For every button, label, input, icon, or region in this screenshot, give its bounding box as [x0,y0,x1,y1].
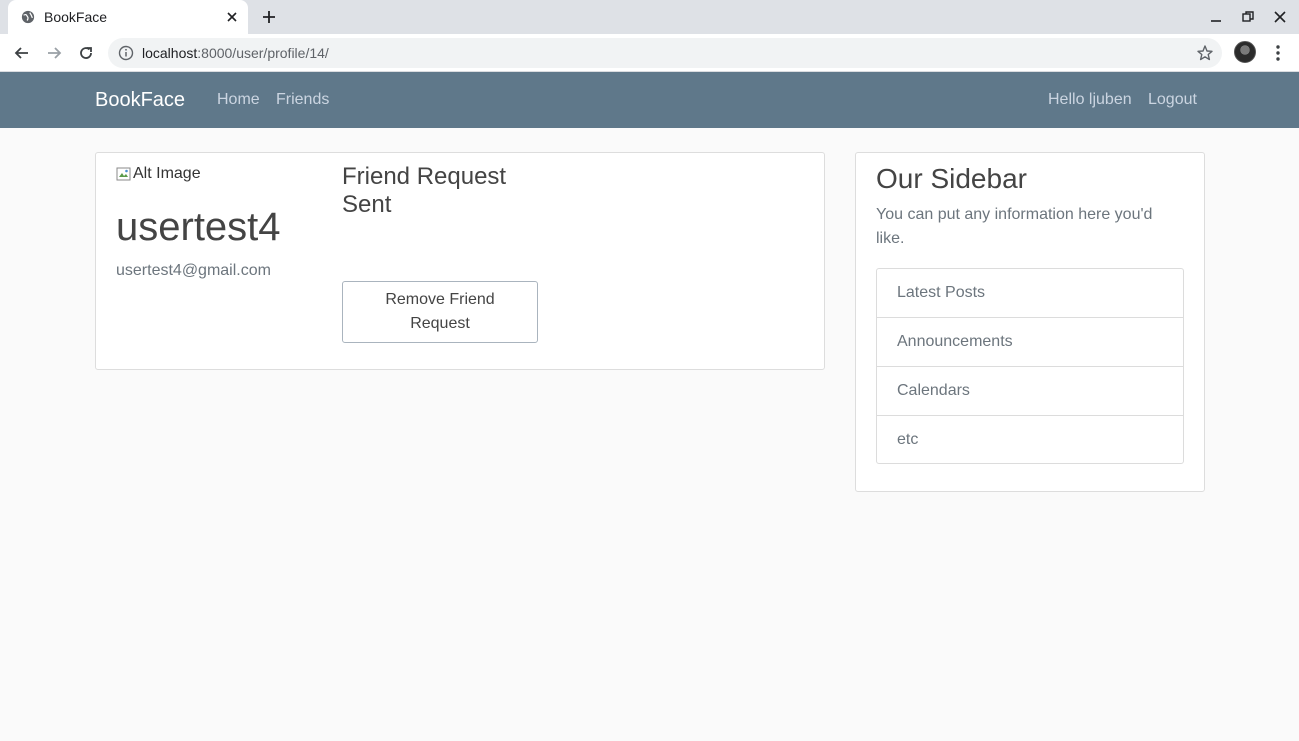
nav-logout-link[interactable]: Logout [1148,91,1197,109]
nav-home-link[interactable]: Home [217,91,260,109]
reload-icon[interactable] [76,43,96,63]
profile-username: usertest4 [116,205,281,249]
profile-email: usertest4@gmail.com [116,262,271,279]
profile-image: Alt Image [116,165,201,183]
browser-tab[interactable]: BookFace [8,0,248,34]
address-bar[interactable]: localhost:8000/user/profile/14/ [108,38,1222,68]
site-navbar: BookFace Home Friends Hello ljuben Logou… [0,72,1299,128]
sidebar-description: You can put any information here you'd l… [876,206,1153,247]
sidebar-item-etc[interactable]: etc [877,416,1183,463]
sidebar-item-latest-posts[interactable]: Latest Posts [877,269,1183,318]
forward-arrow-icon[interactable] [44,43,64,63]
friend-request-status: Friend Request Sent [342,163,507,218]
brand-link[interactable]: BookFace [95,89,185,112]
globe-icon [21,10,35,24]
info-icon[interactable] [118,45,134,61]
more-menu-icon[interactable] [1268,43,1288,63]
sidebar-title: Our Sidebar [876,163,1027,194]
tab-title: BookFace [44,9,108,25]
close-icon[interactable] [224,9,240,25]
nav-friends-link[interactable]: Friends [276,91,329,109]
url-text: localhost:8000/user/profile/14/ [142,45,329,61]
sidebar-item-calendars[interactable]: Calendars [877,367,1183,416]
url-path: :8000/user/profile/14/ [197,45,329,61]
broken-image-icon [116,167,131,181]
minimize-icon[interactable] [1209,10,1223,24]
profile-avatar[interactable] [1234,41,1256,63]
sidebar-item-announcements[interactable]: Announcements [877,318,1183,367]
window-close-icon[interactable] [1273,10,1287,24]
nav-greeting-link[interactable]: Hello ljuben [1048,91,1132,109]
remove-friend-request-button[interactable]: Remove Friend Request [342,281,538,343]
browser-tabstrip: BookFace [0,0,1299,34]
restore-icon[interactable] [1241,10,1255,24]
profile-card: Alt Image usertest4 usertest4@gmail.com … [95,152,825,370]
sidebar-list: Latest Posts Announcements Calendars etc [876,268,1184,464]
back-arrow-icon[interactable] [12,43,32,63]
browser-toolbar: localhost:8000/user/profile/14/ [0,34,1299,72]
sidebar-card: Our Sidebar You can put any information … [855,152,1205,492]
bookmark-star-icon[interactable] [1196,44,1214,62]
profile-image-alt-text: Alt Image [133,165,201,182]
new-tab-icon[interactable] [260,8,278,26]
url-host: localhost [142,45,198,61]
